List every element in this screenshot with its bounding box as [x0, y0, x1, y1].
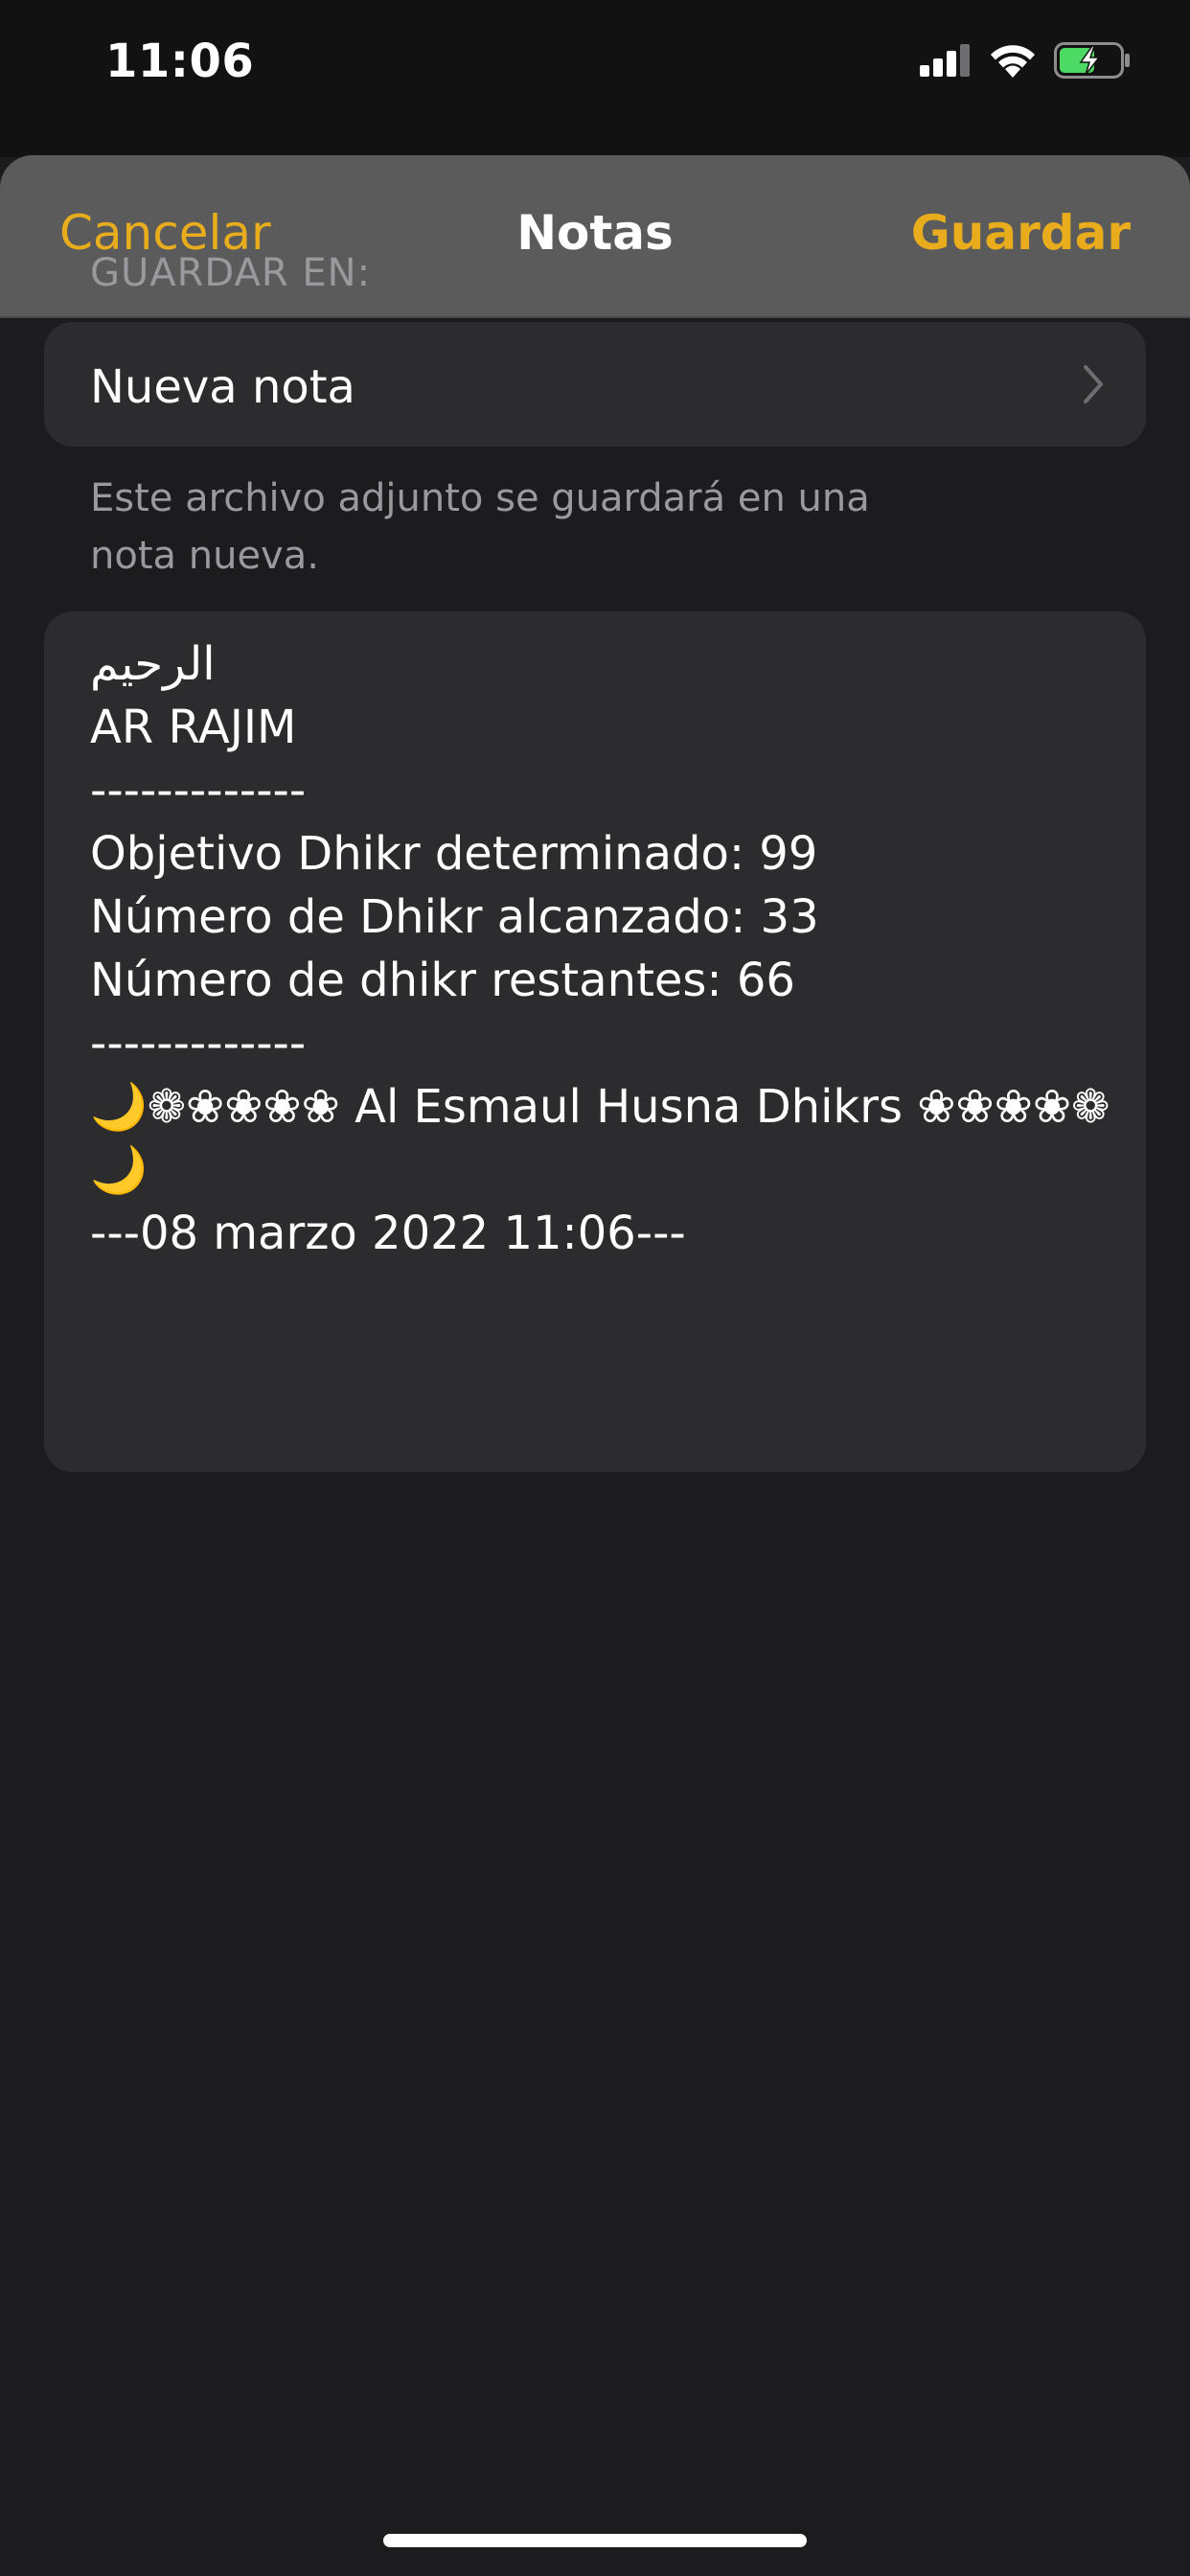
note-text[interactable]: الرحيم AR RAJIM ------------- Objetivo D… [90, 632, 1125, 1265]
battery-charging-icon [1054, 42, 1130, 79]
destination-label: Nueva nota [90, 360, 355, 414]
destination-footer: Este archivo adjunto se guardará en una … [90, 476, 870, 578]
chevron-right-icon [1084, 365, 1103, 403]
destination-row[interactable]: Nueva nota [44, 322, 1146, 447]
wifi-icon [991, 45, 1035, 78]
status-icons [920, 42, 1131, 79]
home-indicator[interactable] [383, 2534, 807, 2547]
save-button[interactable]: Guardar [911, 205, 1131, 261]
status-bar: 11:06 [0, 0, 1190, 157]
status-time: 11:06 [105, 34, 255, 88]
save-to-header: GUARDAR EN: [90, 251, 372, 295]
cellular-signal-icon [920, 44, 970, 77]
note-editor[interactable]: الرحيم AR RAJIM ------------- Objetivo D… [44, 611, 1146, 1472]
